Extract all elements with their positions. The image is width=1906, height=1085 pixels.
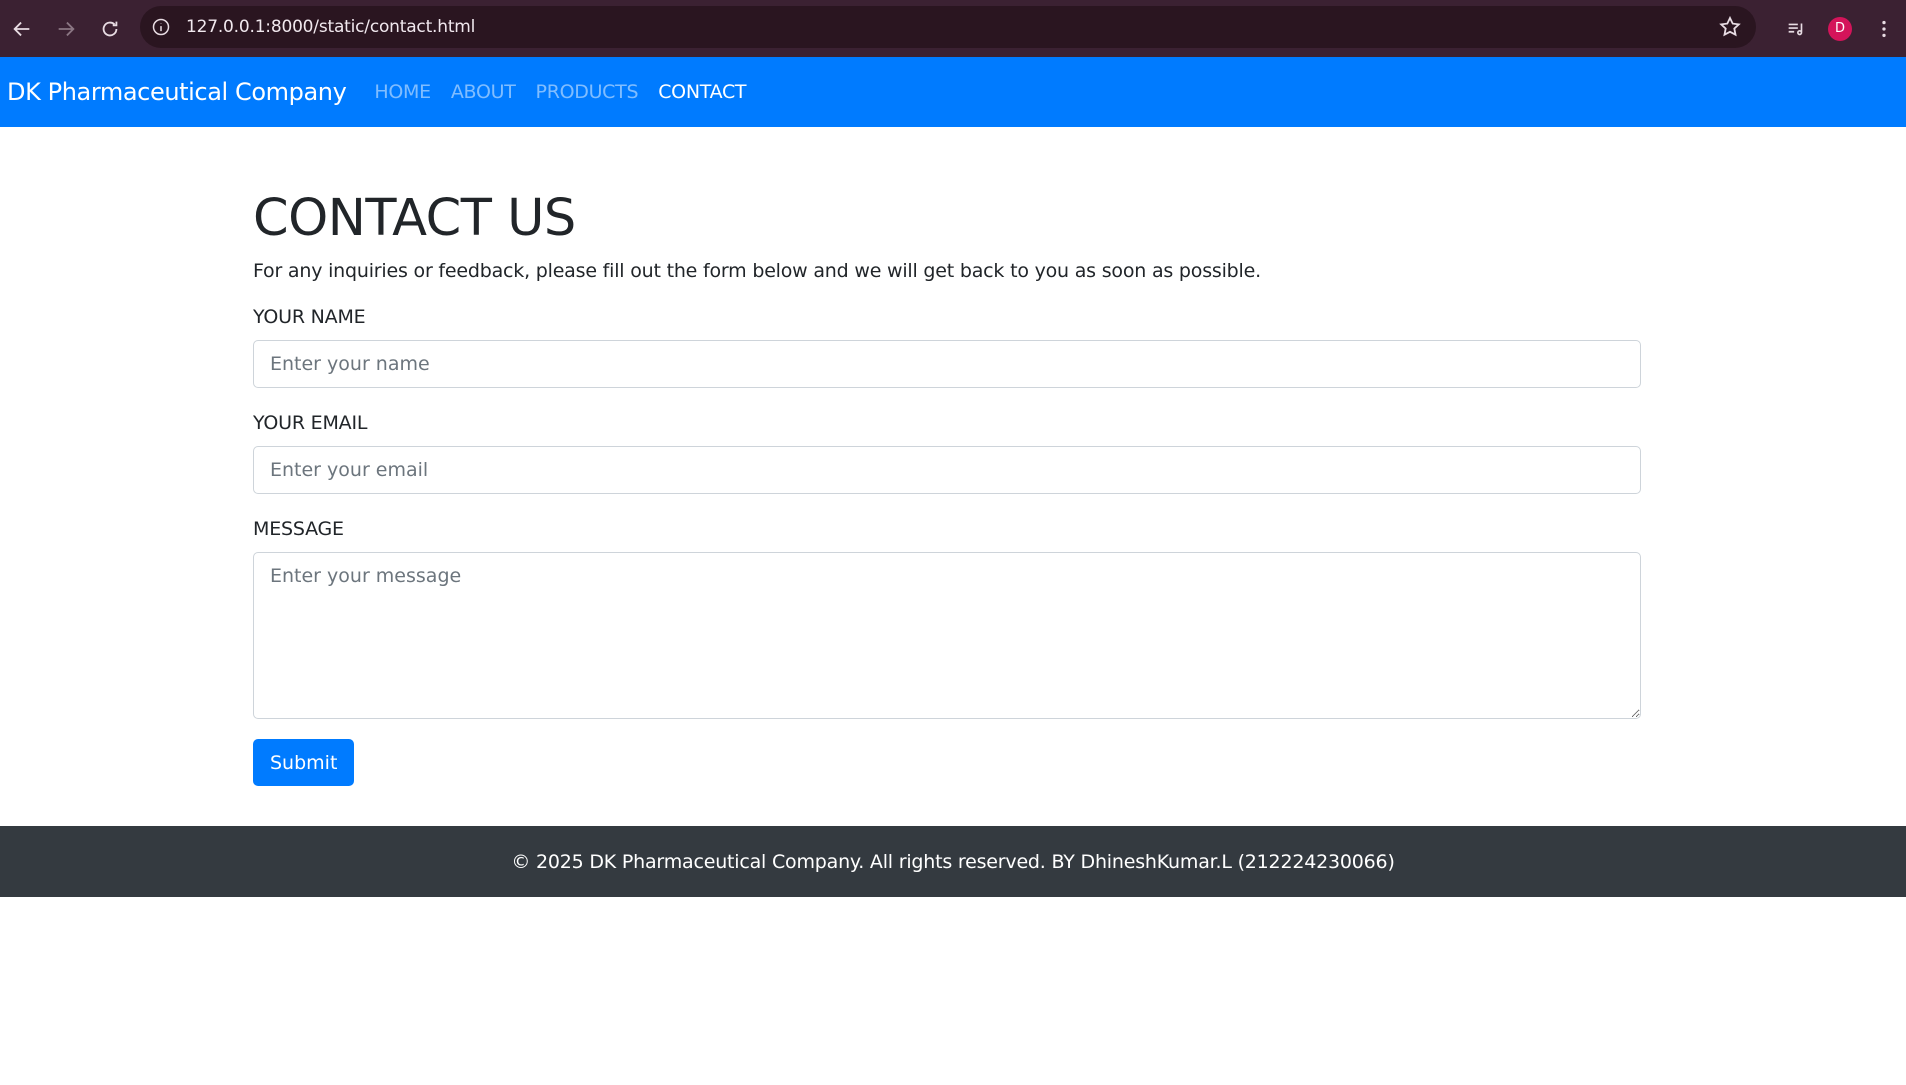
- page-title: CONTACT US: [253, 189, 576, 248]
- profile-avatar[interactable]: D: [1818, 7, 1862, 51]
- footer-text: © 2025 DK Pharmaceutical Company. All ri…: [511, 850, 1395, 873]
- contact-section: CONTACT US For any inquiries or feedback…: [253, 188, 1641, 786]
- url-text[interactable]: 127.0.0.1:8000/static/contact.html: [186, 17, 475, 37]
- name-label: YOUR NAME: [253, 306, 366, 328]
- browser-toolbar: 127.0.0.1:8000/static/contact.html D: [0, 0, 1906, 57]
- nav-about[interactable]: ABOUT: [451, 81, 516, 103]
- brand-link[interactable]: DK Pharmaceutical Company: [7, 78, 347, 106]
- message-textarea[interactable]: [253, 552, 1641, 719]
- submit-button[interactable]: Submit: [253, 739, 355, 786]
- name-input[interactable]: [253, 340, 1641, 388]
- address-bar[interactable]: 127.0.0.1:8000/static/contact.html: [140, 6, 1756, 48]
- site-info-icon[interactable]: [150, 16, 172, 38]
- site-navbar: DK Pharmaceutical Company HOME ABOUT PRO…: [0, 57, 1906, 127]
- kebab-menu-icon[interactable]: [1862, 7, 1906, 51]
- site-footer: © 2025 DK Pharmaceutical Company. All ri…: [0, 826, 1906, 897]
- contact-form: YOUR NAME YOUR EMAIL MESSAGE Submit: [253, 306, 1641, 786]
- back-icon[interactable]: [0, 7, 44, 51]
- nav-products[interactable]: PRODUCTS: [536, 81, 639, 103]
- nav-home[interactable]: HOME: [374, 81, 431, 103]
- media-control-icon[interactable]: [1774, 7, 1818, 51]
- nav-contact[interactable]: CONTACT: [658, 81, 746, 103]
- bookmark-star-icon[interactable]: [1718, 15, 1742, 39]
- avatar: D: [1828, 16, 1852, 41]
- reload-icon[interactable]: [88, 7, 132, 51]
- email-label: YOUR EMAIL: [253, 412, 368, 434]
- message-label: MESSAGE: [253, 518, 344, 540]
- forward-icon[interactable]: [44, 7, 88, 51]
- email-input[interactable]: [253, 446, 1641, 494]
- intro-text: For any inquiries or feedback, please fi…: [253, 260, 1261, 282]
- nav-links: HOME ABOUT PRODUCTS CONTACT: [374, 81, 766, 103]
